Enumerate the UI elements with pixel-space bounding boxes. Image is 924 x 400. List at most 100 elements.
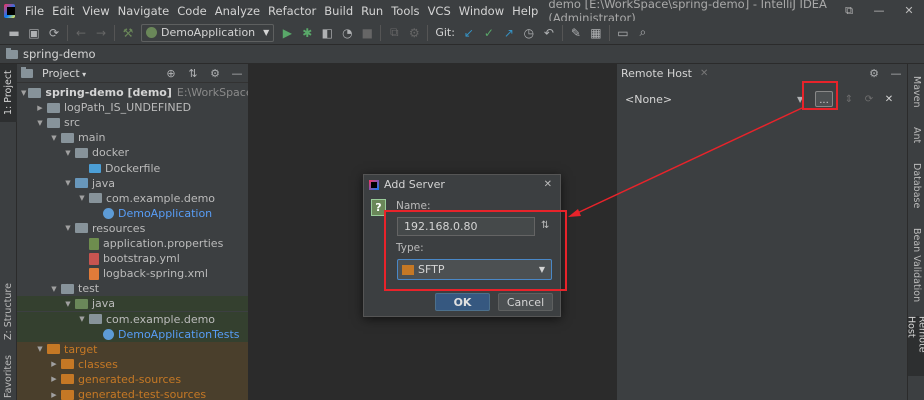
tree-item[interactable]: ▼ docker <box>17 145 248 160</box>
git-rollback-icon[interactable]: ↶ <box>539 23 559 43</box>
forward-icon[interactable]: → <box>91 23 111 43</box>
run-config-select[interactable]: DemoApplication ▼ <box>141 23 275 42</box>
restore-window-button[interactable]: ⧉ <box>834 4 864 18</box>
tab-remote-host[interactable]: Remote Host <box>906 316 924 376</box>
tree-item[interactable]: ▼ resources <box>17 221 248 236</box>
collapse-icon[interactable]: ⇕ <box>839 94 859 105</box>
terminal-icon[interactable]: ▭ <box>613 23 633 43</box>
tree-item[interactable]: ▶ generated-test-sources <box>17 387 248 400</box>
git-history-icon[interactable]: ◷ <box>519 23 539 43</box>
save-all-icon[interactable]: ▣ <box>24 23 44 43</box>
tree-item[interactable]: ▼ com.example.demo <box>17 311 248 327</box>
chevron-down-icon[interactable]: ▼ <box>77 315 87 323</box>
search-icon[interactable]: ⌕ <box>633 23 653 43</box>
ok-button[interactable]: OK <box>435 293 490 311</box>
menu-build[interactable]: Build <box>320 4 357 18</box>
close-icon[interactable]: ✕ <box>700 68 708 79</box>
tab-ant[interactable]: Ant <box>908 120 924 150</box>
tree-item[interactable]: ▶ generated-sources <box>17 371 248 387</box>
dialog-titlebar[interactable]: Add Server ✕ <box>364 175 560 194</box>
tab-database[interactable]: Database <box>908 156 924 216</box>
chevron-down-icon[interactable]: ▼ <box>21 89 26 97</box>
run-with-coverage-icon[interactable]: ◧ <box>317 23 337 43</box>
chevron-right-icon[interactable]: ▶ <box>49 375 59 383</box>
chevron-right-icon[interactable]: ▶ <box>49 360 59 368</box>
profile-icon[interactable]: ◔ <box>337 23 357 43</box>
settings-wrench-icon[interactable]: ✎ <box>566 23 586 43</box>
menu-vcs[interactable]: VCS <box>424 4 455 18</box>
project-structure-icon[interactable]: ▦ <box>586 23 606 43</box>
chevron-down-icon[interactable]: ▼ <box>49 285 59 293</box>
menu-edit[interactable]: Edit <box>48 4 78 18</box>
menu-tools[interactable]: Tools <box>387 4 423 18</box>
tree-item[interactable]: ▼ java <box>17 296 248 312</box>
refresh-icon[interactable]: ⟳ <box>859 94 879 105</box>
tree-item[interactable]: ▼ com.example.demo <box>17 191 248 206</box>
gear-icon[interactable]: ⚙ <box>204 67 226 80</box>
gear-icon[interactable]: ⚙ <box>863 67 885 80</box>
run-icon[interactable]: ▶ <box>277 23 297 43</box>
locate-target-icon[interactable]: ⊕ <box>160 67 182 80</box>
tree-item[interactable]: ▼ java <box>17 176 248 191</box>
close-window-button[interactable]: ✕ <box>894 4 924 18</box>
chevron-down-icon[interactable]: ▼ <box>35 119 45 127</box>
menu-run[interactable]: Run <box>357 4 387 18</box>
close-icon[interactable]: ✕ <box>879 94 899 105</box>
chevron-down-icon[interactable]: ▼ <box>49 134 59 142</box>
tree-item[interactable]: bootstrap.yml <box>17 251 248 266</box>
tree-item[interactable]: Dockerfile <box>17 161 248 176</box>
tree-item[interactable]: ▼ main <box>17 130 248 145</box>
menu-help[interactable]: Help <box>508 4 542 18</box>
chevron-down-icon[interactable]: ▼ <box>63 224 73 232</box>
hide-panel-icon[interactable]: — <box>885 67 907 80</box>
chevron-right-icon[interactable]: ▶ <box>35 104 45 112</box>
menu-analyze[interactable]: Analyze <box>211 4 264 18</box>
tree-item[interactable]: DemoApplication <box>17 206 248 221</box>
chevron-down-icon[interactable]: ▼ <box>63 179 73 187</box>
breadcrumb-project[interactable]: spring-demo <box>23 47 96 61</box>
sync-icon[interactable]: ⟳ <box>44 23 64 43</box>
git-commit-icon[interactable]: ✓ <box>479 23 499 43</box>
git-update-icon[interactable]: ↙ <box>459 23 479 43</box>
tree-item[interactable]: DemoApplicationTests <box>17 326 248 342</box>
chevron-down-icon[interactable]: ▼ <box>63 300 73 308</box>
menu-navigate[interactable]: Navigate <box>114 4 174 18</box>
close-icon[interactable]: ✕ <box>544 179 552 190</box>
open-folder-icon[interactable]: ▬ <box>4 23 24 43</box>
tree-item[interactable]: application.properties <box>17 236 248 251</box>
menu-view[interactable]: View <box>78 4 113 18</box>
chevron-right-icon[interactable]: ▶ <box>49 391 59 399</box>
hide-panel-icon[interactable]: — <box>226 67 248 80</box>
chevron-down-icon[interactable]: ▼ <box>77 194 87 202</box>
menu-refactor[interactable]: Refactor <box>264 4 320 18</box>
back-icon[interactable]: ← <box>71 23 91 43</box>
tab-project[interactable]: 1: Project <box>0 64 17 122</box>
build-hammer-icon[interactable]: ⚒ <box>118 23 138 43</box>
git-push-icon[interactable]: ↗ <box>499 23 519 43</box>
project-view-select[interactable]: Project <box>42 67 86 80</box>
tree-item[interactable]: ▼ test <box>17 281 248 296</box>
tab-favorites[interactable]: Favorites <box>0 354 17 400</box>
tab-maven[interactable]: Maven <box>908 70 924 114</box>
chevron-down-icon[interactable]: ▼ <box>35 345 45 353</box>
cancel-button[interactable]: Cancel <box>498 293 553 311</box>
tree-item[interactable]: ▼ src <box>17 115 248 130</box>
menu-code[interactable]: Code <box>173 4 210 18</box>
attach-debugger-icon[interactable]: ⧉ <box>384 23 404 43</box>
menu-file[interactable]: File <box>21 4 48 18</box>
tab-structure[interactable]: Z: Structure <box>0 282 17 342</box>
host-select[interactable]: <None> <box>625 93 797 106</box>
search-structure-icon[interactable]: ⚙ <box>404 23 424 43</box>
tree-item[interactable]: ▼ target <box>17 341 248 357</box>
collapse-all-icon[interactable]: ⇅ <box>182 67 204 80</box>
menu-window[interactable]: Window <box>455 4 508 18</box>
tab-bean-validation[interactable]: Bean Validation <box>908 224 924 306</box>
tree-item[interactable]: ▶ classes <box>17 356 248 372</box>
tree-item[interactable]: logback-spring.xml <box>17 266 248 281</box>
stop-icon[interactable]: ■ <box>357 23 377 43</box>
minimize-window-button[interactable]: — <box>864 4 894 18</box>
chevron-down-icon[interactable]: ▼ <box>63 149 73 157</box>
tree-item[interactable]: ▶ logPath_IS_UNDEFINED <box>17 100 248 115</box>
tree-item[interactable]: ▼ spring-demo [demo] E:\WorkSpace\spring <box>17 85 248 100</box>
debug-icon[interactable]: ✱ <box>297 23 317 43</box>
